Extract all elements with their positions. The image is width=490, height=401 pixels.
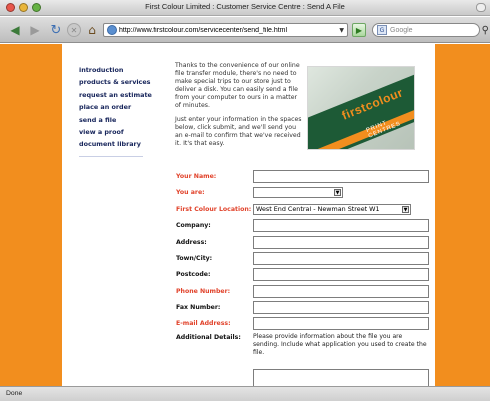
row-location: First Colour Location: West End Central …	[175, 203, 435, 217]
search-field[interactable]: G Google ⚲	[372, 23, 489, 37]
company-label: Company:	[176, 222, 211, 229]
search-placeholder: Google	[390, 26, 413, 34]
row-email: E-mail Address:	[175, 317, 435, 331]
location-dropdown-icon: ▼	[402, 206, 409, 213]
nav-item-view-proof[interactable]: view a proof	[79, 126, 149, 138]
row-company: Company:	[175, 219, 435, 233]
reload-icon: ↻	[50, 22, 62, 38]
go-arrow-icon: ▶	[355, 25, 363, 35]
nav-item-introduction[interactable]: introduction	[79, 64, 149, 76]
title-bar: First Colour Limited : Customer Service …	[0, 0, 490, 16]
url-dropdown-icon[interactable]: ▼	[339, 27, 344, 34]
row-phone: Phone Number:	[175, 285, 435, 299]
row-fax: Fax Number:	[175, 301, 435, 315]
fax-label: Fax Number:	[176, 304, 221, 311]
phone-input[interactable]	[253, 285, 429, 298]
status-text: Done	[6, 390, 23, 397]
status-bar: Done	[0, 386, 490, 401]
site-nav: introduction products & services request…	[79, 64, 152, 157]
nav-item-products-services[interactable]: products & services	[79, 76, 150, 88]
you-are-label: You are:	[176, 189, 205, 196]
toolbar-toggle-button[interactable]	[476, 3, 486, 12]
content-panel: introduction products & services request…	[62, 44, 435, 386]
phone-label: Phone Number:	[176, 288, 231, 295]
town-input[interactable]	[253, 252, 429, 265]
search-magnifier-icon[interactable]: ⚲	[482, 25, 489, 36]
email-label: E-mail Address:	[176, 320, 231, 327]
additional-label: Additional Details:	[176, 334, 241, 341]
additional-details-textarea[interactable]	[253, 369, 429, 386]
intro-paragraph-2: Just enter your information in the space…	[175, 116, 302, 148]
stop-icon: ✕	[70, 25, 78, 35]
address-bar[interactable]: http://www.firstcolour.com/servicecenter…	[103, 23, 348, 37]
fax-input[interactable]	[253, 301, 429, 314]
row-your-name: Your Name:	[175, 170, 435, 184]
nav-item-document-library[interactable]: document library	[79, 138, 149, 150]
company-input[interactable]	[253, 219, 429, 232]
location-select[interactable]: West End Central - Newman Street W1 ▼	[253, 204, 411, 215]
row-town: Town/City:	[175, 252, 435, 266]
forward-arrow-icon: ▶	[30, 23, 40, 37]
intro-paragraph-1: Thanks to the convenience of our online …	[175, 62, 300, 109]
email-input[interactable]	[253, 317, 429, 330]
home-button[interactable]: ⌂	[85, 22, 99, 38]
reload-button[interactable]: ↻	[48, 22, 64, 38]
forward-button[interactable]: ▶	[28, 22, 42, 38]
you-are-select[interactable]: ▼	[253, 187, 343, 198]
address-input[interactable]	[253, 236, 429, 249]
url-text: http://www.firstcolour.com/servicecenter…	[119, 26, 288, 34]
row-address: Address:	[175, 236, 435, 250]
location-value: West End Central - Newman Street W1	[256, 205, 380, 213]
nav-item-request-estimate[interactable]: request an estimate	[79, 89, 152, 101]
row-you-are: You are: ▼	[175, 186, 435, 200]
home-icon: ⌂	[88, 23, 96, 37]
postcode-input[interactable]	[253, 268, 429, 281]
postcode-label: Postcode:	[176, 271, 211, 278]
you-are-dropdown-icon: ▼	[334, 189, 341, 196]
site-globe-icon	[107, 25, 117, 35]
town-label: Town/City:	[176, 255, 213, 262]
your-name-input[interactable]	[253, 170, 429, 183]
go-button[interactable]: ▶	[352, 23, 366, 37]
window-title: First Colour Limited : Customer Service …	[145, 2, 345, 11]
intro-text: Thanks to the convenience of our online …	[175, 62, 302, 155]
stop-button[interactable]: ✕	[67, 23, 81, 37]
google-engine-icon[interactable]: G	[377, 25, 387, 35]
browser-window: First Colour Limited : Customer Service …	[0, 0, 490, 401]
nav-item-place-order[interactable]: place an order	[79, 101, 149, 113]
additional-help-text: Please provide information about the fil…	[253, 333, 427, 356]
browser-toolbar: ◀ ▶ ↻ ✕ ⌂ http://www.firstcolour.com/ser…	[0, 17, 490, 43]
location-label: First Colour Location:	[176, 206, 252, 213]
back-button[interactable]: ◀	[6, 22, 24, 38]
address-label: Address:	[176, 239, 207, 246]
web-page: introduction products & services request…	[0, 44, 490, 386]
your-name-label: Your Name:	[176, 173, 217, 180]
nav-divider	[79, 155, 143, 157]
nav-item-send-file[interactable]: send a file	[79, 114, 149, 126]
print-centre-photo: firstcolour PRINT CENTRES	[307, 66, 415, 150]
back-arrow-icon: ◀	[10, 23, 20, 37]
row-postcode: Postcode:	[175, 268, 435, 282]
